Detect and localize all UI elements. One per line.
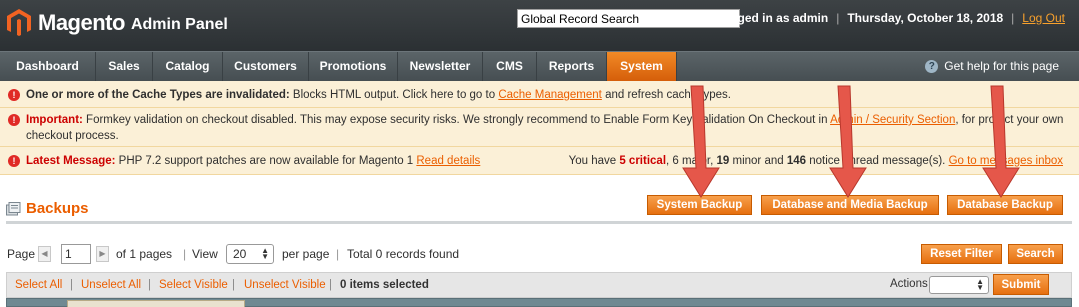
select-all-link[interactable]: Select All bbox=[15, 279, 62, 291]
items-selected-count: 0 items selected bbox=[340, 279, 429, 291]
previous-page-icon[interactable]: ◀ bbox=[38, 246, 51, 262]
magento-logo-icon bbox=[7, 9, 31, 36]
formkey-message-text: Important: Formkey validation on checkou… bbox=[26, 112, 1065, 144]
latest-message-body: PHP 7.2 support patches are now availabl… bbox=[115, 155, 417, 167]
massaction-separator: | bbox=[148, 279, 151, 291]
logged-in-text: Logged in as admin bbox=[715, 11, 829, 25]
grid-filter-cell[interactable] bbox=[67, 300, 245, 307]
actions-label: Actions bbox=[890, 278, 928, 290]
help-icon: ? bbox=[925, 60, 939, 73]
actions-select[interactable]: ▲ ▼ bbox=[929, 276, 989, 294]
of-pages-text: of 1 pages bbox=[116, 247, 173, 261]
select-arrows-icon: ▲ ▼ bbox=[261, 246, 269, 261]
per-page-select[interactable]: 20 ▲ ▼ bbox=[226, 244, 274, 264]
grid-pager: Page ◀ 1 ▶ of 1 pages | View 20 ▲ ▼ per p… bbox=[0, 244, 1079, 266]
messages-inbox-link[interactable]: Go to messages inbox bbox=[949, 155, 1063, 167]
error-icon: ! bbox=[8, 155, 20, 167]
admin-header: Magento Admin Panel Logged in as admin |… bbox=[0, 0, 1079, 51]
cache-message-text: One or more of the Cache Types are inval… bbox=[26, 87, 1065, 103]
nav-sales[interactable]: Sales bbox=[96, 52, 153, 81]
nav-newsletter[interactable]: Newsletter bbox=[398, 52, 483, 81]
logo-subtitle: Admin Panel bbox=[130, 16, 228, 33]
cache-management-link[interactable]: Cache Management bbox=[498, 89, 602, 101]
massaction-bar: Select All | Unselect All | Select Visib… bbox=[6, 272, 1072, 298]
nav-system[interactable]: System bbox=[607, 52, 677, 81]
pager-separator: | bbox=[336, 247, 340, 261]
search-button[interactable]: Search bbox=[1008, 244, 1063, 264]
help-link[interactable]: ? Get help for this page bbox=[925, 52, 1059, 81]
page-label: Page bbox=[7, 247, 36, 261]
next-page-icon[interactable]: ▶ bbox=[96, 246, 109, 262]
massaction-separator: | bbox=[329, 279, 332, 291]
database-backup-button[interactable]: Database Backup bbox=[947, 195, 1063, 215]
unread-summary: You have 5 critical, 6 major, 19 minor a… bbox=[569, 153, 1063, 169]
error-icon: ! bbox=[8, 114, 20, 126]
per-page-label: per page bbox=[282, 247, 330, 261]
unselect-all-link[interactable]: Unselect All bbox=[81, 279, 141, 291]
magento-logo[interactable]: Magento Admin Panel bbox=[6, 8, 228, 38]
header-user-info: Logged in as admin | Thursday, October 1… bbox=[716, 11, 1065, 25]
cache-message-tail: and refresh cache types. bbox=[601, 89, 732, 101]
heading-divider bbox=[6, 221, 1072, 224]
nav-customers[interactable]: Customers bbox=[223, 52, 309, 81]
nav-promotions[interactable]: Promotions bbox=[309, 52, 398, 81]
latest-message-text: Latest Message: PHP 7.2 support patches … bbox=[26, 153, 480, 169]
reset-filter-button[interactable]: Reset Filter bbox=[921, 244, 1002, 264]
pager-separator: | bbox=[183, 247, 187, 261]
nav-dashboard[interactable]: Dashboard bbox=[0, 52, 96, 81]
cache-invalidated-message: ! One or more of the Cache Types are inv… bbox=[0, 81, 1079, 108]
cache-message-bold: One or more of the Cache Types are inval… bbox=[26, 89, 290, 101]
header-date: Thursday, October 18, 2018 bbox=[847, 11, 1004, 25]
logout-link[interactable]: Log Out bbox=[1022, 11, 1065, 25]
logo-text: Magento bbox=[38, 10, 125, 35]
summary-mid: , 6 major, bbox=[666, 155, 717, 167]
main-navigation: Dashboard Sales Catalog Customers Promot… bbox=[0, 51, 1079, 81]
nav-catalog[interactable]: Catalog bbox=[153, 52, 223, 81]
submit-button[interactable]: Submit bbox=[993, 274, 1049, 295]
critical-count: 5 critical bbox=[619, 155, 667, 167]
summary-mid2: minor and bbox=[729, 155, 787, 167]
admin-security-link[interactable]: Admin / Security Section bbox=[830, 114, 955, 126]
formkey-warning-message: ! Important: Formkey validation on check… bbox=[0, 108, 1079, 147]
database-and-media-backup-button[interactable]: Database and Media Backup bbox=[761, 195, 939, 215]
header-separator: | bbox=[836, 11, 840, 25]
view-label: View bbox=[192, 247, 218, 261]
formkey-message-body: Formkey validation on checkout disabled.… bbox=[82, 114, 831, 126]
nav-reports[interactable]: Reports bbox=[537, 52, 607, 81]
cache-message-body: Blocks HTML output. Click here to go to bbox=[289, 89, 499, 101]
notice-count: 146 bbox=[786, 155, 807, 167]
page-number-input[interactable]: 1 bbox=[61, 244, 91, 264]
minor-count: 19 bbox=[716, 155, 730, 167]
formkey-message-bold: Important: bbox=[26, 114, 83, 126]
grid-header-row bbox=[6, 298, 1072, 307]
total-records-text: Total 0 records found bbox=[347, 247, 460, 261]
nav-cms[interactable]: CMS bbox=[483, 52, 537, 81]
select-visible-link[interactable]: Select Visible bbox=[159, 279, 228, 291]
massaction-separator: | bbox=[232, 279, 235, 291]
header-separator: | bbox=[1011, 11, 1015, 25]
latest-message-bold: Latest Message: bbox=[26, 155, 116, 167]
error-icon: ! bbox=[8, 89, 20, 101]
unselect-visible-link[interactable]: Unselect Visible bbox=[244, 279, 326, 291]
latest-message: ! Latest Message: PHP 7.2 support patche… bbox=[0, 147, 1079, 175]
per-page-value: 20 bbox=[233, 247, 247, 261]
summary-post: notice unread message(s). bbox=[806, 155, 949, 167]
summary-pre: You have bbox=[568, 155, 620, 167]
global-record-search-input[interactable] bbox=[517, 9, 740, 28]
massaction-separator: | bbox=[70, 279, 73, 291]
select-arrows-icon: ▲ ▼ bbox=[976, 277, 984, 292]
page-title: Backups bbox=[26, 200, 89, 217]
help-text: Get help for this page bbox=[944, 59, 1059, 73]
backup-database-icon bbox=[6, 202, 21, 216]
system-backup-button[interactable]: System Backup bbox=[647, 195, 752, 215]
read-details-link[interactable]: Read details bbox=[416, 155, 480, 167]
